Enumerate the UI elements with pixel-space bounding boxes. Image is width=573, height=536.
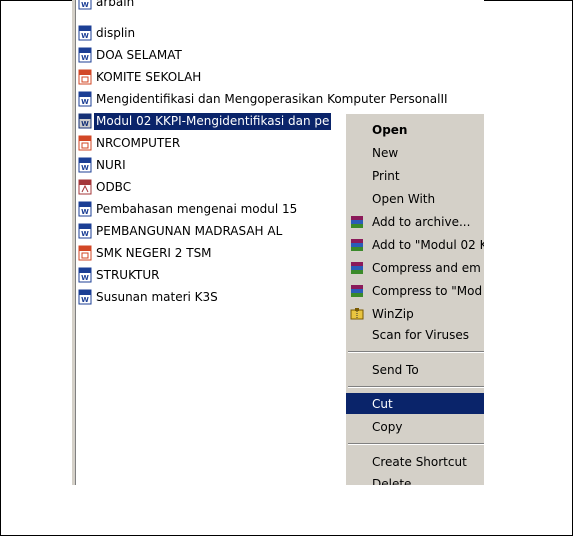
menu-item-winzip[interactable]: WinZip [346, 303, 484, 324]
winrar-icon [348, 214, 366, 230]
word-doc-icon: W [78, 0, 92, 10]
file-row-selected[interactable]: W Modul 02 KKPI-Mengidentifikasi dan pe [78, 111, 332, 131]
powerpoint-doc-icon [78, 135, 92, 151]
file-name: STRUKTUR [96, 267, 160, 282]
word-doc-icon: W [78, 223, 92, 239]
winrar-icon [348, 260, 366, 276]
file-name: Mengidentifikasi dan Mengoperasikan Komp… [96, 91, 448, 106]
file-name: NRCOMPUTER [96, 135, 181, 150]
file-row[interactable]: W displin [78, 23, 137, 43]
svg-text:W: W [81, 230, 89, 238]
menu-item-scan-for-viruses[interactable]: Scan for Viruses [346, 324, 484, 345]
file-row[interactable]: W arbain [78, 0, 136, 12]
file-row[interactable]: KOMITE SEKOLAH [78, 67, 203, 87]
svg-text:W: W [81, 296, 89, 304]
word-doc-icon: W [78, 267, 92, 283]
menu-separator [348, 443, 484, 445]
word-doc-icon: W [78, 157, 92, 173]
menu-item-send-to[interactable]: Send To [346, 359, 484, 380]
file-name: SMK NEGERI 2 TSM [96, 245, 212, 260]
word-doc-icon: W [78, 47, 92, 63]
svg-text:W: W [81, 274, 89, 282]
svg-text:W: W [81, 98, 89, 106]
menu-item-cut[interactable]: Cut [346, 393, 484, 414]
menu-item-copy[interactable]: Copy [346, 416, 484, 437]
winzip-icon [348, 306, 366, 322]
file-name: PEMBANGUNAN MADRASAH AL [96, 223, 283, 238]
file-row[interactable]: ODBC [78, 177, 133, 197]
svg-text:W: W [81, 1, 89, 9]
svg-text:W: W [81, 32, 89, 40]
file-row[interactable]: W Pembahasan mengenai modul 15 [78, 199, 299, 219]
powerpoint-doc-icon [78, 245, 92, 261]
file-name: displin [96, 25, 136, 40]
menu-item-print[interactable]: Print [346, 165, 484, 186]
word-doc-icon: W [78, 289, 92, 305]
powerpoint-doc-icon [78, 69, 92, 85]
svg-text:W: W [81, 208, 89, 216]
file-row[interactable]: W PEMBANGUNAN MADRASAH AL [78, 221, 284, 241]
file-name: DOA SELAMAT [96, 47, 182, 62]
explorer-screenshot: W arbain W displin W DOA SELAMAT KOMITE … [72, 0, 484, 485]
menu-item-compress-and-email[interactable]: Compress and em [346, 257, 484, 278]
menu-item-create-shortcut[interactable]: Create Shortcut [346, 451, 484, 472]
menu-item-new[interactable]: New [346, 142, 484, 163]
file-row[interactable]: NRCOMPUTER [78, 133, 182, 153]
menu-item-add-to-named-archive[interactable]: Add to "Modul 02 K [346, 234, 484, 255]
file-row[interactable]: W Mengidentifikasi dan Mengoperasikan Ko… [78, 89, 450, 109]
access-db-icon [78, 179, 92, 195]
file-row[interactable]: W DOA SELAMAT [78, 45, 184, 65]
winrar-icon [348, 283, 366, 299]
file-name: arbain [96, 0, 135, 9]
file-name: Susunan materi K3S [96, 289, 218, 304]
menu-item-add-to-archive[interactable]: Add to archive... [346, 211, 484, 232]
file-name: NURI [96, 157, 126, 172]
word-doc-icon: W [78, 201, 92, 217]
menu-separator [348, 351, 484, 353]
file-name: KOMITE SEKOLAH [96, 69, 202, 84]
file-name: Pembahasan mengenai modul 15 [96, 201, 298, 216]
word-doc-icon: W [78, 113, 92, 129]
menu-separator [348, 386, 484, 388]
menu-item-delete[interactable]: Delete [346, 473, 484, 486]
svg-text:W: W [81, 120, 89, 128]
file-name: Modul 02 KKPI-Mengidentifikasi dan pe [94, 112, 332, 130]
file-row[interactable]: SMK NEGERI 2 TSM [78, 243, 214, 263]
menu-item-open[interactable]: Open [346, 119, 484, 140]
svg-text:W: W [81, 164, 89, 172]
word-doc-icon: W [78, 91, 92, 107]
file-name: ODBC [96, 179, 132, 194]
word-doc-icon: W [78, 25, 92, 41]
file-row[interactable]: W Susunan materi K3S [78, 287, 220, 307]
context-menu: Open New Print Open With Add to archive.… [345, 113, 484, 485]
menu-item-open-with[interactable]: Open With [346, 188, 484, 209]
file-row[interactable]: W NURI [78, 155, 128, 175]
file-row[interactable]: W STRUKTUR [78, 265, 161, 285]
svg-text:W: W [81, 54, 89, 62]
pane-border [72, 0, 76, 485]
winrar-icon [348, 237, 366, 253]
menu-item-compress-to[interactable]: Compress to "Mod [346, 280, 484, 301]
